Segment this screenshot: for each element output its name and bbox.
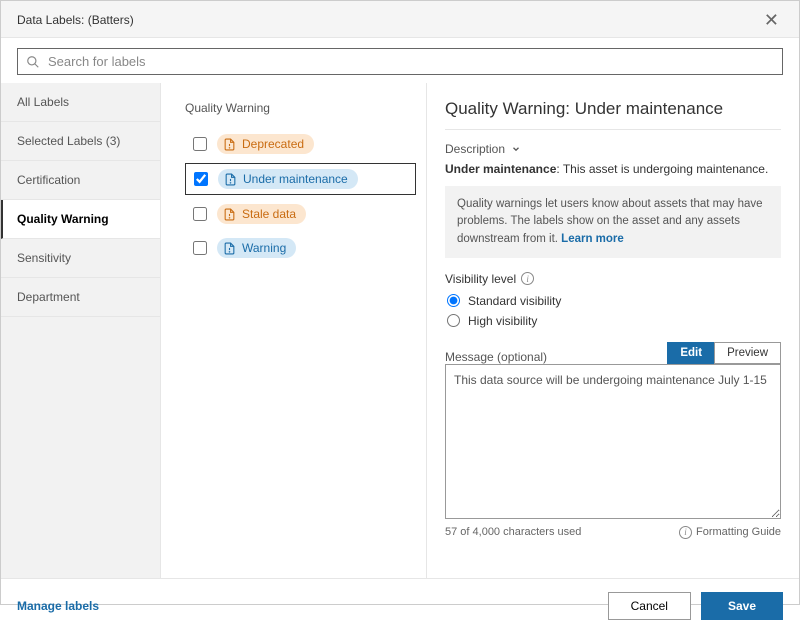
tab-edit[interactable]: Edit (667, 342, 714, 364)
message-label: Message (optional) (445, 350, 547, 364)
radio-standard-visibility[interactable]: Standard visibility (447, 294, 781, 308)
main-area: All Labels Selected Labels (3) Certifica… (1, 83, 799, 578)
footer-buttons: Cancel Save (608, 592, 783, 620)
sidebar-item-label: Certification (17, 173, 80, 187)
label-pill-text: Deprecated (242, 137, 304, 151)
tab-preview[interactable]: Preview (714, 342, 781, 364)
formatting-guide-text: Formatting Guide (696, 526, 781, 538)
formatting-guide-link[interactable]: i Formatting Guide (679, 526, 781, 539)
char-row: 57 of 4,000 characters used i Formatting… (445, 526, 781, 539)
label-row-deprecated[interactable]: Deprecated (185, 129, 416, 159)
label-checkbox[interactable] (194, 172, 208, 186)
label-list-panel: Quality Warning Deprecated Under mainten… (161, 83, 427, 578)
detail-panel: Quality Warning: Under maintenance Descr… (427, 83, 799, 578)
label-checkbox[interactable] (193, 137, 207, 151)
description-text: : This asset is undergoing maintenance. (556, 162, 768, 176)
learn-more-link[interactable]: Learn more (561, 233, 624, 245)
message-header-row: Message (optional) Edit Preview (445, 342, 781, 364)
manage-labels-link[interactable]: Manage labels (17, 599, 99, 613)
sidebar-item-label: Selected Labels (3) (17, 134, 120, 148)
dialog-header: Data Labels: (Batters) ✕ (1, 1, 799, 38)
edit-preview-tabs: Edit Preview (667, 342, 781, 364)
sidebar-item-department[interactable]: Department (1, 278, 160, 317)
info-box: Quality warnings let users know about as… (445, 186, 781, 258)
label-checkbox[interactable] (193, 241, 207, 255)
char-count: 57 of 4,000 characters used (445, 526, 581, 538)
label-pill-text: Stale data (242, 207, 296, 221)
label-pill: Warning (217, 238, 296, 258)
sidebar-item-quality-warning[interactable]: Quality Warning (1, 200, 160, 239)
sidebar-item-label: Quality Warning (17, 212, 109, 226)
visibility-label: Visibility level (445, 272, 516, 286)
warning-doc-icon (223, 138, 236, 151)
radio-high-visibility[interactable]: High visibility (447, 314, 781, 328)
info-icon: i (679, 526, 692, 539)
description-name: Under maintenance (445, 162, 556, 176)
label-checkbox[interactable] (193, 207, 207, 221)
save-button[interactable]: Save (701, 592, 783, 620)
radio-input[interactable] (447, 314, 460, 327)
label-pill-text: Warning (242, 241, 286, 255)
description-line: Under maintenance: This asset is undergo… (445, 162, 781, 176)
cancel-button[interactable]: Cancel (608, 592, 691, 620)
warning-doc-icon (223, 242, 236, 255)
sidebar: All Labels Selected Labels (3) Certifica… (1, 83, 161, 578)
chevron-down-icon (511, 144, 521, 154)
detail-title: Quality Warning: Under maintenance (445, 99, 781, 130)
message-textarea[interactable] (445, 364, 781, 519)
sidebar-item-sensitivity[interactable]: Sensitivity (1, 239, 160, 278)
visibility-header: Visibility level i (445, 272, 781, 286)
label-row-stale-data[interactable]: Stale data (185, 199, 416, 229)
radio-label: Standard visibility (468, 294, 561, 308)
sidebar-item-label: Department (17, 290, 80, 304)
description-label: Description (445, 142, 505, 156)
label-pill: Deprecated (217, 134, 314, 154)
warning-doc-icon (224, 173, 237, 186)
radio-input[interactable] (447, 294, 460, 307)
label-pill-text: Under maintenance (243, 172, 348, 186)
sidebar-item-certification[interactable]: Certification (1, 161, 160, 200)
section-title: Quality Warning (185, 101, 416, 115)
radio-label: High visibility (468, 314, 537, 328)
sidebar-item-label: Sensitivity (17, 251, 71, 265)
info-icon[interactable]: i (521, 272, 534, 285)
sidebar-item-label: All Labels (17, 95, 69, 109)
dialog-footer: Manage labels Cancel Save (1, 578, 799, 632)
close-icon[interactable]: ✕ (758, 9, 785, 31)
search-wrap (1, 38, 799, 83)
sidebar-item-all-labels[interactable]: All Labels (1, 83, 160, 122)
warning-doc-icon (223, 208, 236, 221)
search-box[interactable] (17, 48, 783, 75)
label-pill: Stale data (217, 204, 306, 224)
dialog-title: Data Labels: (Batters) (17, 13, 134, 27)
search-input[interactable] (48, 54, 774, 69)
search-icon (26, 55, 40, 69)
label-pill: Under maintenance (218, 169, 358, 189)
sidebar-item-selected-labels[interactable]: Selected Labels (3) (1, 122, 160, 161)
label-row-warning[interactable]: Warning (185, 233, 416, 263)
description-toggle[interactable]: Description (445, 142, 781, 156)
label-row-under-maintenance[interactable]: Under maintenance (185, 163, 416, 195)
